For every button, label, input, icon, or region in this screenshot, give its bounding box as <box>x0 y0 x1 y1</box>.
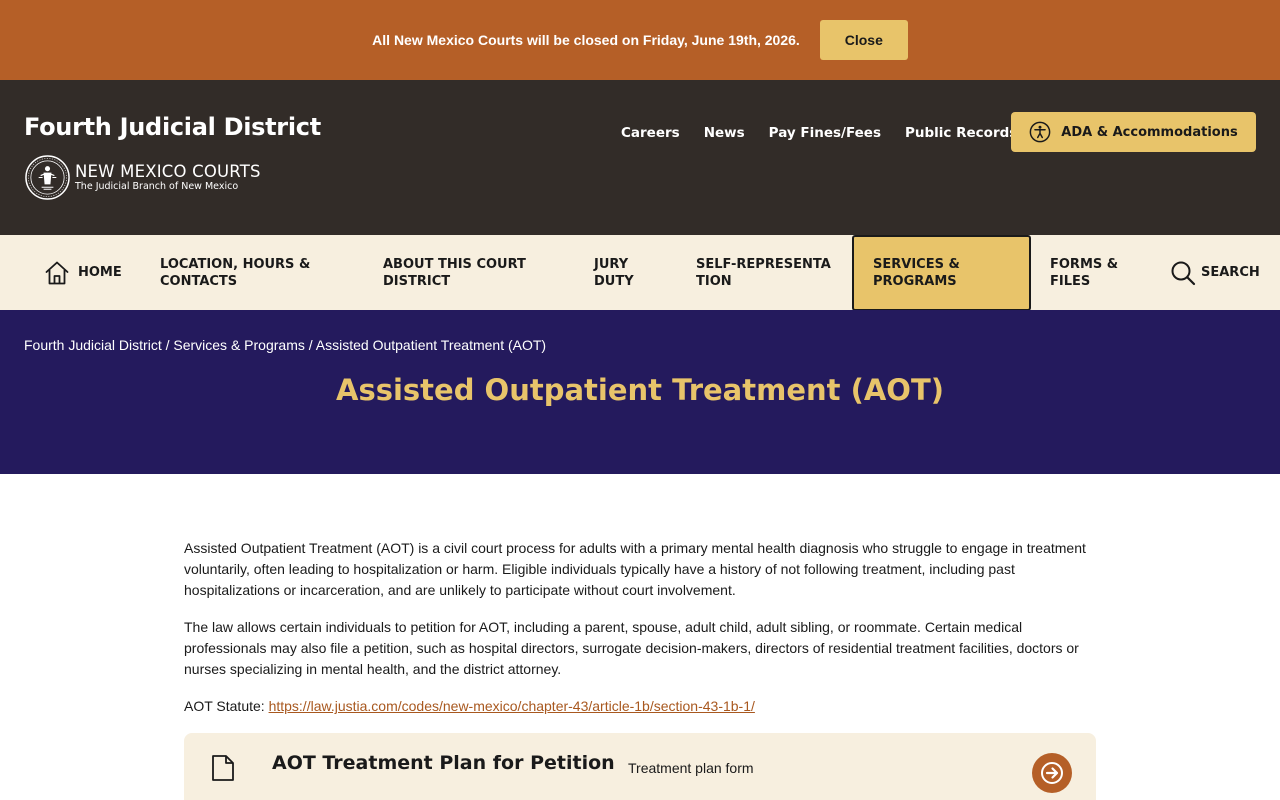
document-icon <box>212 755 234 781</box>
nav-location-label: LOCATION, HOURS & CONTACTS <box>160 256 311 289</box>
nm-courts-logo[interactable]: NEW MEXICO COURTS The Judicial Branch of… <box>24 154 261 201</box>
site-title[interactable]: Fourth Judicial District <box>24 113 321 141</box>
arrow-right-icon[interactable] <box>1032 753 1072 793</box>
nav-home[interactable]: HOME <box>44 235 122 310</box>
card-title[interactable]: AOT Treatment Plan for Petition <box>272 752 615 774</box>
nav-location-hours-contacts[interactable]: LOCATION, HOURS & CONTACTS <box>160 235 320 310</box>
main-navigation: HOME LOCATION, HOURS & CONTACTS ABOUT TH… <box>0 235 1280 311</box>
alert-message: All New Mexico Courts will be closed on … <box>372 32 800 48</box>
card-description: Treatment plan form <box>628 760 754 776</box>
nav-jury-duty[interactable]: JURY DUTY <box>594 235 654 310</box>
nav-forms-label: FORMS & FILES <box>1050 256 1119 289</box>
nav-search-label: SEARCH <box>1201 265 1260 280</box>
news-link[interactable]: News <box>704 125 745 141</box>
petition-paragraph: The law allows certain individuals to pe… <box>184 619 1079 677</box>
nav-self-representation[interactable]: SELF-REPRESENTATION <box>696 235 836 310</box>
breadcrumb-current: Assisted Outpatient Treatment (AOT) <box>315 337 547 353</box>
statute-label: AOT Statute: <box>184 698 269 714</box>
nav-services-programs[interactable]: SERVICES & PROGRAMS <box>852 235 1031 311</box>
court-seal-icon <box>25 155 70 200</box>
main-content: Assisted Outpatient Treatment (AOT) is a… <box>184 538 1096 733</box>
page-hero: Fourth Judicial District / Services & Pr… <box>0 310 1280 474</box>
ada-label: ADA & Accommodations <box>1061 124 1238 140</box>
closure-alert-banner: All New Mexico Courts will be closed on … <box>0 0 1280 80</box>
nav-self-rep-label: SELF-REPRESENTATION <box>696 256 831 289</box>
arrow-right-glyph <box>1041 762 1063 784</box>
breadcrumb-home-link[interactable]: Fourth Judicial District <box>24 337 162 353</box>
pay-fines-link[interactable]: Pay Fines/Fees <box>769 125 881 141</box>
site-header: Fourth Judicial District NEW MEXICO COUR… <box>0 80 1280 235</box>
nav-search[interactable]: SEARCH <box>1170 235 1260 310</box>
logo-title: NEW MEXICO COURTS <box>75 162 261 181</box>
nav-jury-label: JURY DUTY <box>594 256 634 289</box>
resource-card[interactable]: AOT Treatment Plan for Petition Treatmen… <box>184 733 1096 800</box>
breadcrumb-separator: / <box>161 337 174 353</box>
statute-link[interactable]: https://law.justia.com/codes/new-mexico/… <box>269 698 755 714</box>
careers-link[interactable]: Careers <box>621 125 680 141</box>
home-icon <box>45 261 69 284</box>
breadcrumb-separator: / <box>304 337 316 353</box>
ada-accommodations-button[interactable]: ADA & Accommodations <box>1011 112 1256 152</box>
nav-about-court[interactable]: ABOUT THIS COURT DISTRICT <box>383 235 543 310</box>
breadcrumb: Fourth Judicial District / Services & Pr… <box>24 337 546 353</box>
page-title: Assisted Outpatient Treatment (AOT) <box>336 373 944 407</box>
statute-line: AOT Statute: https://law.justia.com/code… <box>184 696 1096 717</box>
breadcrumb-services-link[interactable]: Services & Programs <box>173 337 304 353</box>
alert-close-button[interactable]: Close <box>819 20 908 60</box>
search-icon <box>1171 261 1196 285</box>
accessibility-icon <box>1029 121 1051 143</box>
nav-services-label: SERVICES & PROGRAMS <box>873 257 960 289</box>
utility-links: Careers News Pay Fines/Fees Public Recor… <box>621 125 1017 141</box>
nav-forms-files[interactable]: FORMS & FILES <box>1050 235 1140 310</box>
public-records-link[interactable]: Public Records <box>905 125 1017 141</box>
nav-about-label: ABOUT THIS COURT DISTRICT <box>383 256 526 289</box>
logo-subtitle: The Judicial Branch of New Mexico <box>75 180 239 192</box>
nav-home-label: HOME <box>78 265 122 280</box>
intro-paragraph: Assisted Outpatient Treatment (AOT) is a… <box>184 540 1086 598</box>
